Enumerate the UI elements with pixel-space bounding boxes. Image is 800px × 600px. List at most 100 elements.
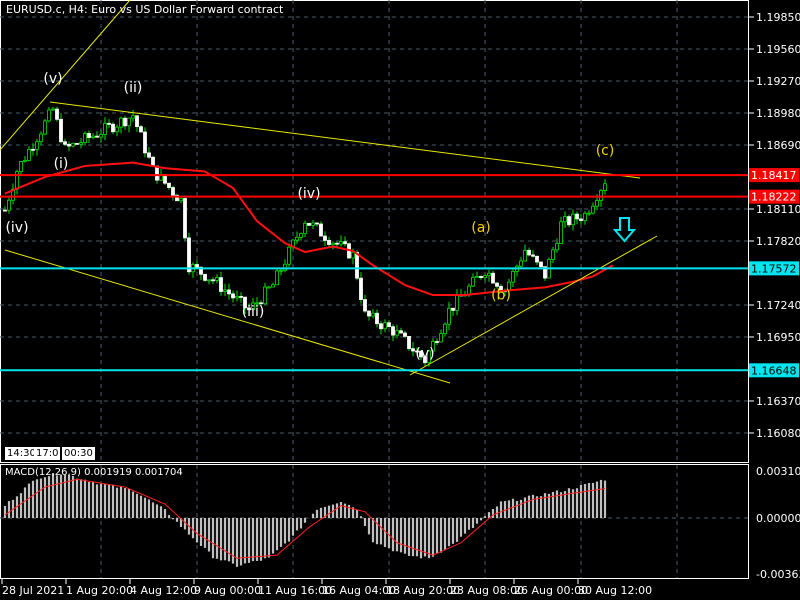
bear-candle — [327, 240, 331, 245]
main-pane-frame — [0, 0, 749, 463]
price-tick-label: 1.17240 — [756, 299, 800, 312]
bear-candle — [75, 143, 79, 145]
bull-candle — [443, 323, 447, 335]
macd-tick-label: 0.000000 — [756, 512, 800, 525]
wave-label: (iv) — [297, 186, 320, 202]
bull-candle — [43, 120, 47, 135]
time-tick-label: 1 Aug 20:00 — [66, 584, 133, 597]
bull-candle — [91, 135, 95, 138]
bear-candle — [411, 348, 415, 352]
time-tick-label: 9 Aug 00:00 — [194, 584, 261, 597]
bull-candle — [511, 270, 515, 283]
bear-candle — [387, 322, 391, 328]
price-tick-label: 1.18690 — [756, 139, 800, 152]
price-tick-label: 1.19850 — [756, 11, 800, 24]
wave-label: (v) — [415, 346, 434, 362]
bear-candle — [479, 275, 483, 278]
bull-candle — [595, 200, 599, 207]
macd-label: MACD(12,26,9) 0.001919 0.001704 — [5, 467, 183, 478]
price-tick-label: 1.18110 — [756, 203, 800, 216]
bear-candle — [203, 273, 207, 281]
price-tick-label: 1.17820 — [756, 235, 800, 248]
bear-candle — [403, 332, 407, 337]
bull-candle — [119, 117, 123, 128]
bull-candle — [475, 275, 479, 278]
time-tick-label: 30 Aug 12:00 — [578, 584, 652, 597]
bear-candle — [491, 272, 495, 284]
bear-candle — [167, 182, 171, 188]
bull-candle — [223, 289, 227, 292]
price-tick-label: 1.19560 — [756, 43, 800, 56]
level-price-label: 1.18222 — [751, 191, 797, 204]
time-tick-label: 28 Jul 2021 — [2, 584, 64, 597]
wave-label: (iii) — [242, 304, 265, 320]
bull-candle — [47, 109, 51, 122]
price-tick-label: 1.16080 — [756, 427, 800, 440]
bear-candle — [183, 198, 187, 239]
bear-candle — [3, 209, 7, 212]
bear-candle — [155, 165, 159, 181]
bear-candle — [135, 115, 139, 128]
bear-candle — [391, 326, 395, 336]
level-price-label: 1.18417 — [751, 169, 797, 182]
bull-candle — [115, 126, 119, 133]
level-price-label: 1.17572 — [751, 262, 797, 275]
bull-candle — [583, 212, 587, 221]
wave-label: (a) — [471, 220, 491, 236]
bear-candle — [151, 156, 155, 167]
bull-candle — [79, 142, 83, 145]
bear-candle — [67, 143, 71, 147]
bull-candle — [99, 134, 103, 138]
bear-candle — [307, 222, 311, 226]
bull-candle — [179, 198, 183, 202]
bull-candle — [563, 216, 567, 223]
bear-candle — [451, 307, 455, 311]
bull-candle — [591, 205, 595, 214]
bear-candle — [495, 282, 499, 287]
time-box: 14:30 — [5, 447, 38, 460]
time-box: 00:30 — [62, 447, 95, 460]
bull-candle — [39, 133, 43, 143]
bull-candle — [235, 296, 239, 299]
bear-candle — [535, 255, 539, 263]
bear-candle — [147, 152, 151, 158]
bull-candle — [287, 246, 291, 265]
bear-candle — [363, 299, 367, 312]
bull-candle — [35, 141, 39, 150]
wave-label: (c) — [596, 143, 615, 159]
price-tick-label: 1.16950 — [756, 331, 800, 344]
time-tick-label: 4 Aug 12:00 — [130, 584, 197, 597]
bear-candle — [63, 141, 67, 145]
bull-candle — [131, 115, 135, 119]
bear-candle — [107, 122, 111, 125]
bull-candle — [383, 322, 387, 330]
wave-label: (ii) — [124, 80, 143, 96]
bear-candle — [375, 312, 379, 325]
bear-candle — [87, 133, 91, 138]
bear-candle — [355, 251, 359, 279]
trendline — [0, 0, 131, 151]
bull-candle — [127, 117, 131, 127]
bear-candle — [319, 223, 323, 237]
bear-candle — [527, 249, 531, 256]
bull-candle — [519, 260, 523, 267]
bear-candle — [55, 108, 59, 120]
bull-candle — [207, 279, 211, 282]
bear-candle — [567, 216, 571, 226]
macd-tick-label: 0.003102 — [756, 465, 800, 478]
bear-candle — [111, 123, 115, 133]
bull-candle — [103, 122, 107, 135]
price-tick-label: 1.16370 — [756, 395, 800, 408]
bull-candle — [483, 275, 487, 278]
bull-candle — [551, 249, 555, 260]
price-chart[interactable]: 1.19850 1.19560 1.19270 1.18980 1.18690 1.181… — [0, 0, 800, 600]
bear-candle — [407, 335, 411, 350]
bull-candle — [215, 277, 219, 281]
bull-candle — [587, 212, 591, 215]
bear-candle — [143, 131, 147, 154]
bull-candle — [299, 233, 303, 238]
bull-candle — [7, 199, 11, 211]
bull-candle — [283, 263, 287, 271]
wave-label: (v) — [43, 71, 62, 87]
bull-candle — [19, 161, 23, 172]
